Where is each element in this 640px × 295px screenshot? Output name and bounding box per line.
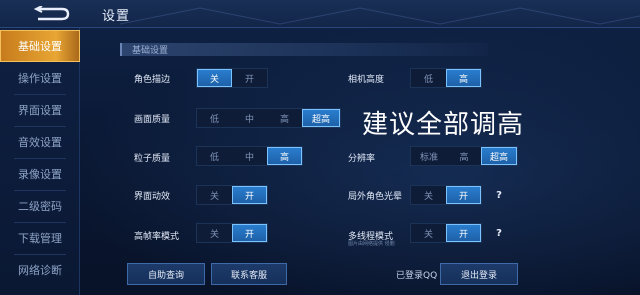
- graphics-quality-medium[interactable]: 中: [232, 109, 267, 127]
- small-caption: 图片由网络提供 侵删: [348, 241, 395, 247]
- customer-service-button[interactable]: 联系客服: [211, 263, 287, 285]
- login-status: 已登录QQ: [396, 271, 438, 281]
- resolution-high[interactable]: 高: [447, 147, 481, 165]
- sidebar-item-interface[interactable]: 界面设置: [0, 94, 80, 126]
- logout-button[interactable]: 退出登录: [440, 263, 518, 285]
- high-fps-on[interactable]: 开: [232, 224, 267, 242]
- high-fps-toggle: 关 开: [196, 223, 268, 243]
- sidebar-item-recording[interactable]: 录像设置: [0, 158, 80, 190]
- ui-animation-off[interactable]: 关: [197, 186, 232, 204]
- resolution-label: 分辨率: [348, 154, 376, 164]
- camera-height-toggle: 低 高: [410, 68, 482, 88]
- graphics-quality-high[interactable]: 高: [267, 109, 302, 127]
- graphics-quality-selector: 低 中 高 超高: [196, 108, 341, 128]
- self-help-button[interactable]: 自助查询: [127, 263, 205, 285]
- back-arrow-icon: [33, 6, 70, 21]
- sidebar-item-downloads[interactable]: 下载管理: [0, 222, 80, 254]
- sidebar: 基础设置 操作设置 界面设置 音效设置 录像设置 二级密码 下载管理 网络诊断: [0, 28, 80, 295]
- sidebar-item-controls[interactable]: 操作设置: [0, 62, 80, 94]
- multithread-off[interactable]: 关: [411, 224, 446, 242]
- multithread-on[interactable]: 开: [446, 224, 481, 242]
- camera-height-label: 相机高度: [348, 75, 385, 85]
- graphics-quality-low[interactable]: 低: [197, 109, 232, 127]
- outfield-halo-toggle: 关 开: [410, 185, 482, 205]
- help-icon[interactable]: ?: [493, 226, 505, 240]
- ui-animation-toggle: 关 开: [196, 185, 268, 205]
- character-outline-on[interactable]: 开: [232, 69, 267, 87]
- resolution-standard[interactable]: 标准: [411, 147, 447, 165]
- high-fps-label: 高帧率模式: [134, 232, 180, 242]
- top-bar: 设置: [0, 0, 640, 28]
- decorative-pattern: [120, 7, 640, 25]
- character-outline-label: 角色描边: [134, 75, 171, 85]
- graphics-quality-label: 画面质量: [134, 115, 171, 125]
- character-outline-off[interactable]: 关: [197, 69, 232, 87]
- section-title: 基础设置: [132, 46, 169, 56]
- multithread-toggle: 关 开: [410, 223, 482, 243]
- particle-quality-selector: 低 中 高: [196, 146, 303, 166]
- resolution-selector: 标准 高 超高: [410, 146, 518, 166]
- resolution-ultra[interactable]: 超高: [481, 147, 517, 165]
- particle-quality-low[interactable]: 低: [197, 147, 232, 165]
- help-icon[interactable]: ?: [493, 188, 505, 202]
- particle-quality-high[interactable]: 高: [267, 147, 302, 165]
- back-button[interactable]: [30, 4, 74, 24]
- sidebar-item-secondary-password[interactable]: 二级密码: [0, 190, 80, 222]
- particle-quality-medium[interactable]: 中: [232, 147, 267, 165]
- section-header: 基础设置: [120, 43, 488, 56]
- outfield-halo-label: 局外角色光晕: [348, 192, 403, 202]
- ui-animation-on[interactable]: 开: [232, 186, 267, 204]
- outfield-halo-off[interactable]: 关: [411, 186, 446, 204]
- sidebar-item-audio[interactable]: 音效设置: [0, 126, 80, 158]
- sidebar-item-network[interactable]: 网络诊断: [0, 254, 80, 286]
- particle-quality-label: 粒子质量: [134, 154, 171, 164]
- character-outline-toggle: 关 开: [196, 68, 268, 88]
- ui-animation-label: 界面动效: [134, 192, 171, 202]
- high-fps-off[interactable]: 关: [197, 224, 232, 242]
- camera-height-low[interactable]: 低: [411, 69, 446, 87]
- graphics-quality-ultra[interactable]: 超高: [302, 109, 340, 127]
- sidebar-item-basic[interactable]: 基础设置: [0, 30, 80, 62]
- outfield-halo-on[interactable]: 开: [446, 186, 481, 204]
- overlay-caption: 建议全部调高: [362, 110, 525, 140]
- camera-height-high[interactable]: 高: [446, 69, 481, 87]
